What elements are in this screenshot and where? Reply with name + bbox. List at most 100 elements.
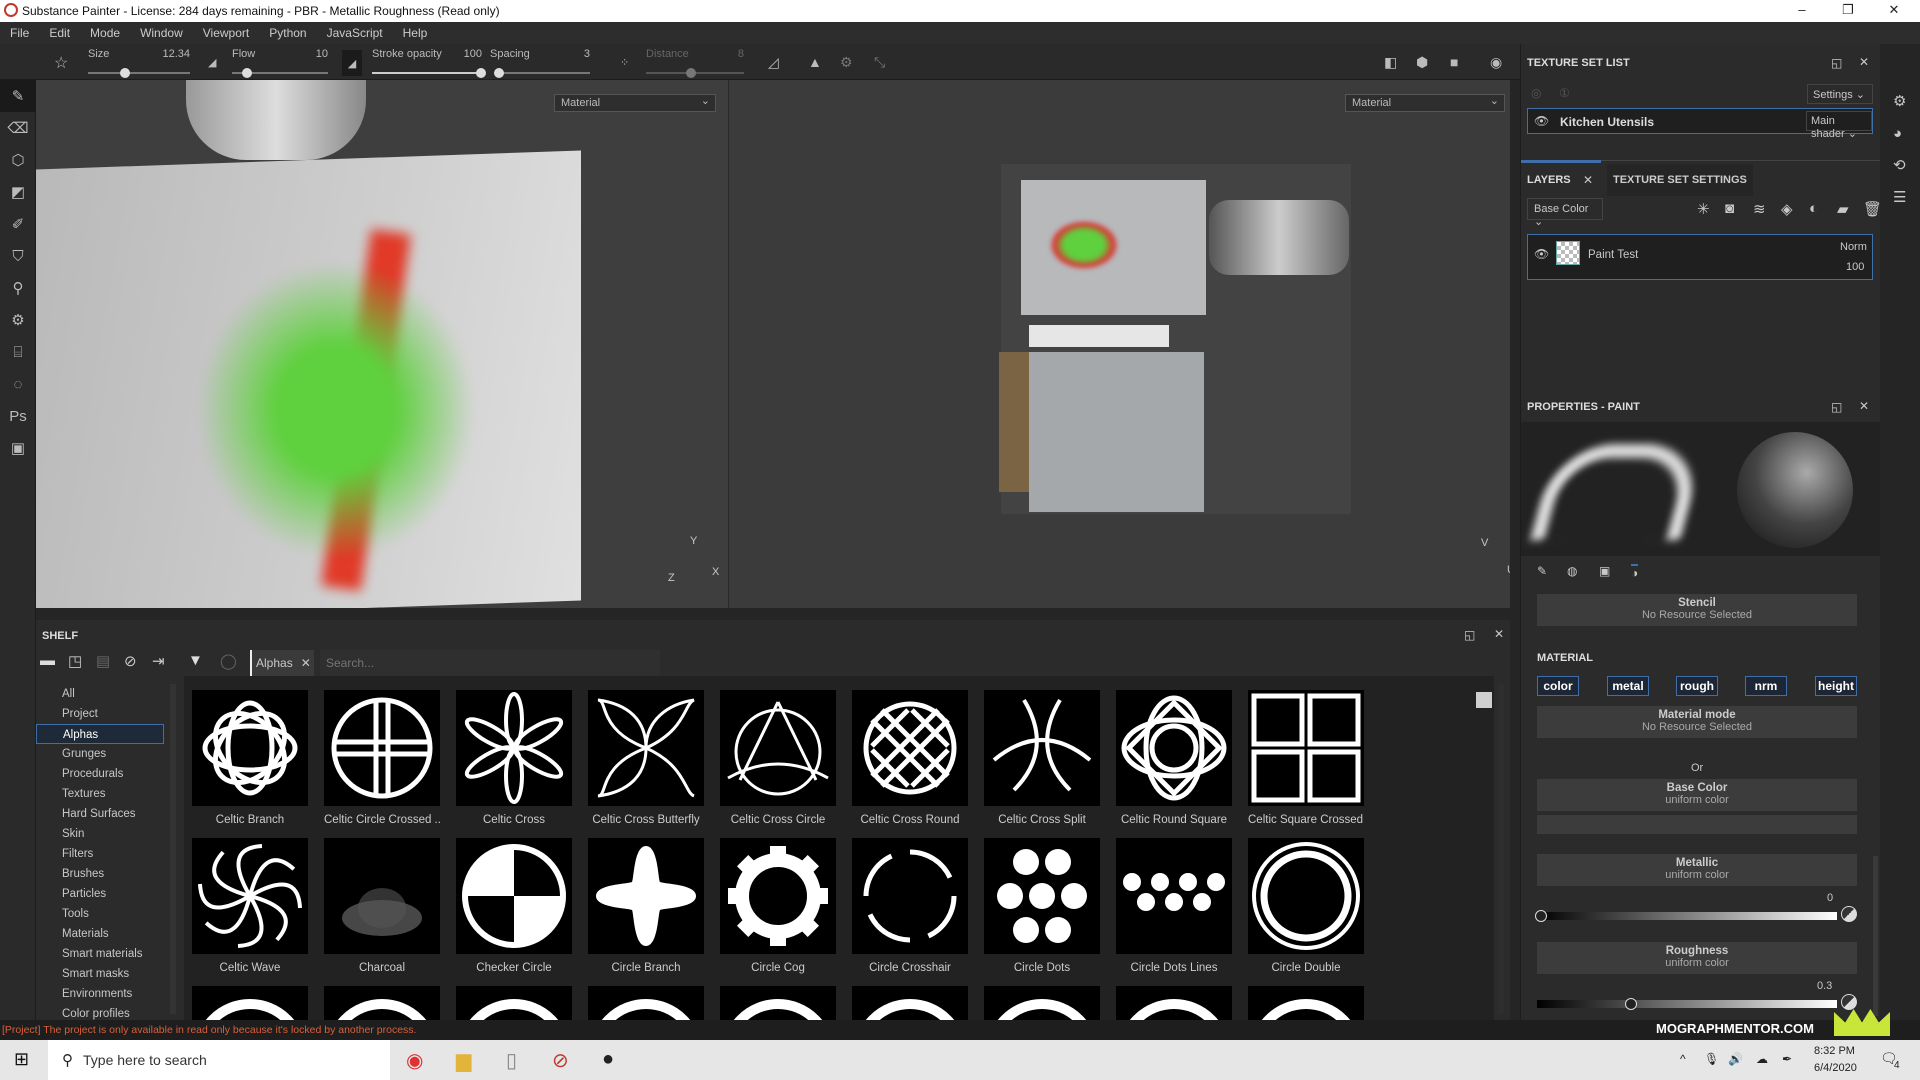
spacing-value[interactable]: 3 [550, 48, 590, 60]
size-value[interactable]: 12.34 [150, 48, 190, 60]
close-panel-icon[interactable]: ✕ [1859, 55, 1869, 69]
shelf-asset[interactable]: Checker Circle [456, 838, 572, 974]
maximize-button[interactable]: ❐ [1828, 2, 1868, 18]
shelf-asset[interactable]: Circle Cog [720, 838, 836, 974]
menu-mode[interactable]: Mode [80, 26, 130, 40]
grid-view-toggle[interactable] [1476, 692, 1492, 708]
display-settings-icon[interactable]: ⚙ [1893, 86, 1920, 118]
shelf-asset-partial[interactable] [1116, 986, 1232, 1020]
shader-settings-icon[interactable]: ◕ [1893, 118, 1920, 150]
shelf-category-materials[interactable]: Materials [36, 924, 164, 944]
base-color-slot[interactable]: Base Color uniform color [1537, 779, 1857, 811]
volume-icon[interactable]: 🔊 [1728, 1052, 1743, 1066]
remove-tag-icon[interactable]: ✕ [301, 656, 311, 670]
tab-texture-set-settings[interactable]: TEXTURE SET SETTINGS [1607, 164, 1753, 196]
shelf-asset[interactable]: Celtic Cross Butterfly [588, 690, 704, 826]
channel-nrm-toggle[interactable]: nrm [1745, 676, 1787, 696]
roughness-picker-icon[interactable] [1841, 994, 1857, 1010]
base-color-swatch[interactable] [1537, 815, 1857, 834]
roughness-slot[interactable]: Roughness uniform color [1537, 942, 1857, 974]
material-mode-slot[interactable]: Material mode No Resource Selected [1537, 706, 1857, 738]
menu-window[interactable]: Window [130, 26, 193, 40]
pen-icon[interactable]: ✒ [1782, 1052, 1792, 1066]
substance-painter-taskbar-icon[interactable]: ⊘ [552, 1048, 569, 1073]
flow-value[interactable]: 10 [290, 48, 328, 60]
shelf-category-textures[interactable]: Textures [36, 784, 164, 804]
shelf-category-alphas[interactable]: Alphas [36, 724, 164, 744]
shader-dropdown[interactable]: Main shader ⌄ [1806, 111, 1872, 140]
shelf-asset-partial[interactable] [984, 986, 1100, 1020]
channel-height-toggle[interactable]: height [1815, 676, 1857, 696]
log-icon[interactable]: ☰ [1893, 182, 1920, 214]
texture-set-row[interactable]: 👁 Kitchen Utensils Main shader ⌄ [1527, 108, 1873, 140]
roughness-number[interactable]: 0.3 [1817, 980, 1832, 992]
shelf-asset-partial[interactable] [192, 986, 308, 1020]
close-layers-tab-icon[interactable]: ✕ [1583, 173, 1593, 187]
metallic-number[interactable]: 0 [1827, 892, 1833, 904]
cloud-icon[interactable]: ☁ [1756, 1052, 1768, 1066]
history-icon[interactable]: ⟲ [1893, 150, 1920, 182]
shelf-search-input[interactable] [320, 650, 660, 676]
roughness-slider-handle[interactable] [1625, 998, 1637, 1010]
minimize-button[interactable]: – [1782, 2, 1822, 17]
stencil-tab-icon[interactable]: ▣ [1599, 564, 1610, 578]
metallic-slider-handle[interactable] [1535, 910, 1547, 922]
layer-row[interactable]: 👁 Paint Test Norm 100 [1527, 234, 1873, 280]
shelf-category-skin[interactable]: Skin [36, 824, 164, 844]
shelf-asset[interactable]: Celtic Cross [456, 690, 572, 826]
shelf-asset[interactable]: Circle Branch [588, 838, 704, 974]
shelf-asset[interactable]: Celtic Cross Split [984, 690, 1100, 826]
stroke-opacity-slider[interactable] [372, 68, 486, 78]
tab-layers[interactable]: LAYERS [1527, 174, 1571, 186]
shelf-category-hard-surfaces[interactable]: Hard Surfaces [36, 804, 164, 824]
symmetry-icon[interactable]: ▲ [808, 54, 822, 70]
clock-time[interactable]: 8:32 PM [1814, 1045, 1855, 1057]
menu-help[interactable]: Help [393, 26, 438, 40]
shelf-asset[interactable]: Celtic Round Square [1116, 690, 1232, 826]
color-picker-tool-icon[interactable]: ⚲ [0, 272, 36, 304]
alpha-tab-icon[interactable]: ◍ [1567, 564, 1577, 578]
shelf-category-grunges[interactable]: Grunges [36, 744, 164, 764]
grid-scrollbar[interactable] [1498, 684, 1504, 1014]
eye-icon[interactable]: 👁 [1534, 114, 1549, 128]
brush-tab-icon[interactable]: ✎ [1537, 564, 1547, 578]
shelf-asset-partial[interactable] [456, 986, 572, 1020]
viewport-3d[interactable]: Material Y Z X [36, 80, 728, 608]
add-folder-icon[interactable]: ▰ [1837, 200, 1849, 218]
material-tab-icon[interactable]: ◑ [1631, 564, 1639, 580]
shelf-close-icon[interactable]: ✕ [1494, 627, 1504, 641]
save-icon[interactable]: ▤ [96, 652, 110, 670]
shelf-float-icon[interactable]: ◱ [1464, 628, 1475, 642]
shelf-asset[interactable]: Celtic Square Crossed... [1248, 690, 1364, 826]
brush-preset-icon[interactable]: ☆ [54, 53, 68, 73]
menu-python[interactable]: Python [259, 26, 316, 40]
eraser-tool-icon[interactable]: ⌫ [0, 112, 36, 144]
shelf-category-procedurals[interactable]: Procedurals [36, 764, 164, 784]
shelf-asset[interactable]: Circle Dots [984, 838, 1100, 974]
metallic-slider[interactable] [1537, 912, 1837, 920]
channel-dropdown[interactable]: Base Color ⌄ [1527, 198, 1603, 228]
polygon-fill-tool-icon[interactable]: ◩ [0, 176, 36, 208]
shelf-category-project[interactable]: Project [36, 704, 164, 724]
shelf-asset-partial[interactable] [852, 986, 968, 1020]
spacing-slider[interactable] [494, 68, 590, 78]
shelf-category-brushes[interactable]: Brushes [36, 864, 164, 884]
obs-icon[interactable]: ● [602, 1048, 614, 1071]
shelf-asset-partial[interactable] [720, 986, 836, 1020]
folder-icon[interactable]: ▬ [40, 652, 55, 669]
shelf-asset[interactable]: Circle Crosshair [852, 838, 968, 974]
settings-icon[interactable]: ⚙ [0, 304, 36, 336]
shelf-asset-partial[interactable] [1248, 986, 1364, 1020]
add-layer-icon[interactable]: ≋ [1753, 200, 1766, 218]
smudge-tool-icon[interactable]: ✐ [0, 208, 36, 240]
viewport2d-mode-dropdown[interactable]: Material [1345, 94, 1505, 112]
shelf-asset[interactable]: Celtic Branch [192, 690, 308, 826]
shelf-category-all[interactable]: All [36, 684, 164, 704]
import-icon[interactable]: ⇥ [152, 652, 165, 670]
properties-scrollbar[interactable] [1873, 856, 1878, 1016]
menu-file[interactable]: File [0, 26, 39, 40]
shelf-category-smart-masks[interactable]: Smart masks [36, 964, 164, 984]
display-cube-icon[interactable]: ⬢ [1416, 54, 1428, 71]
layer-opacity-value[interactable]: 100 [1846, 261, 1864, 273]
close-button[interactable]: ✕ [1874, 2, 1914, 18]
